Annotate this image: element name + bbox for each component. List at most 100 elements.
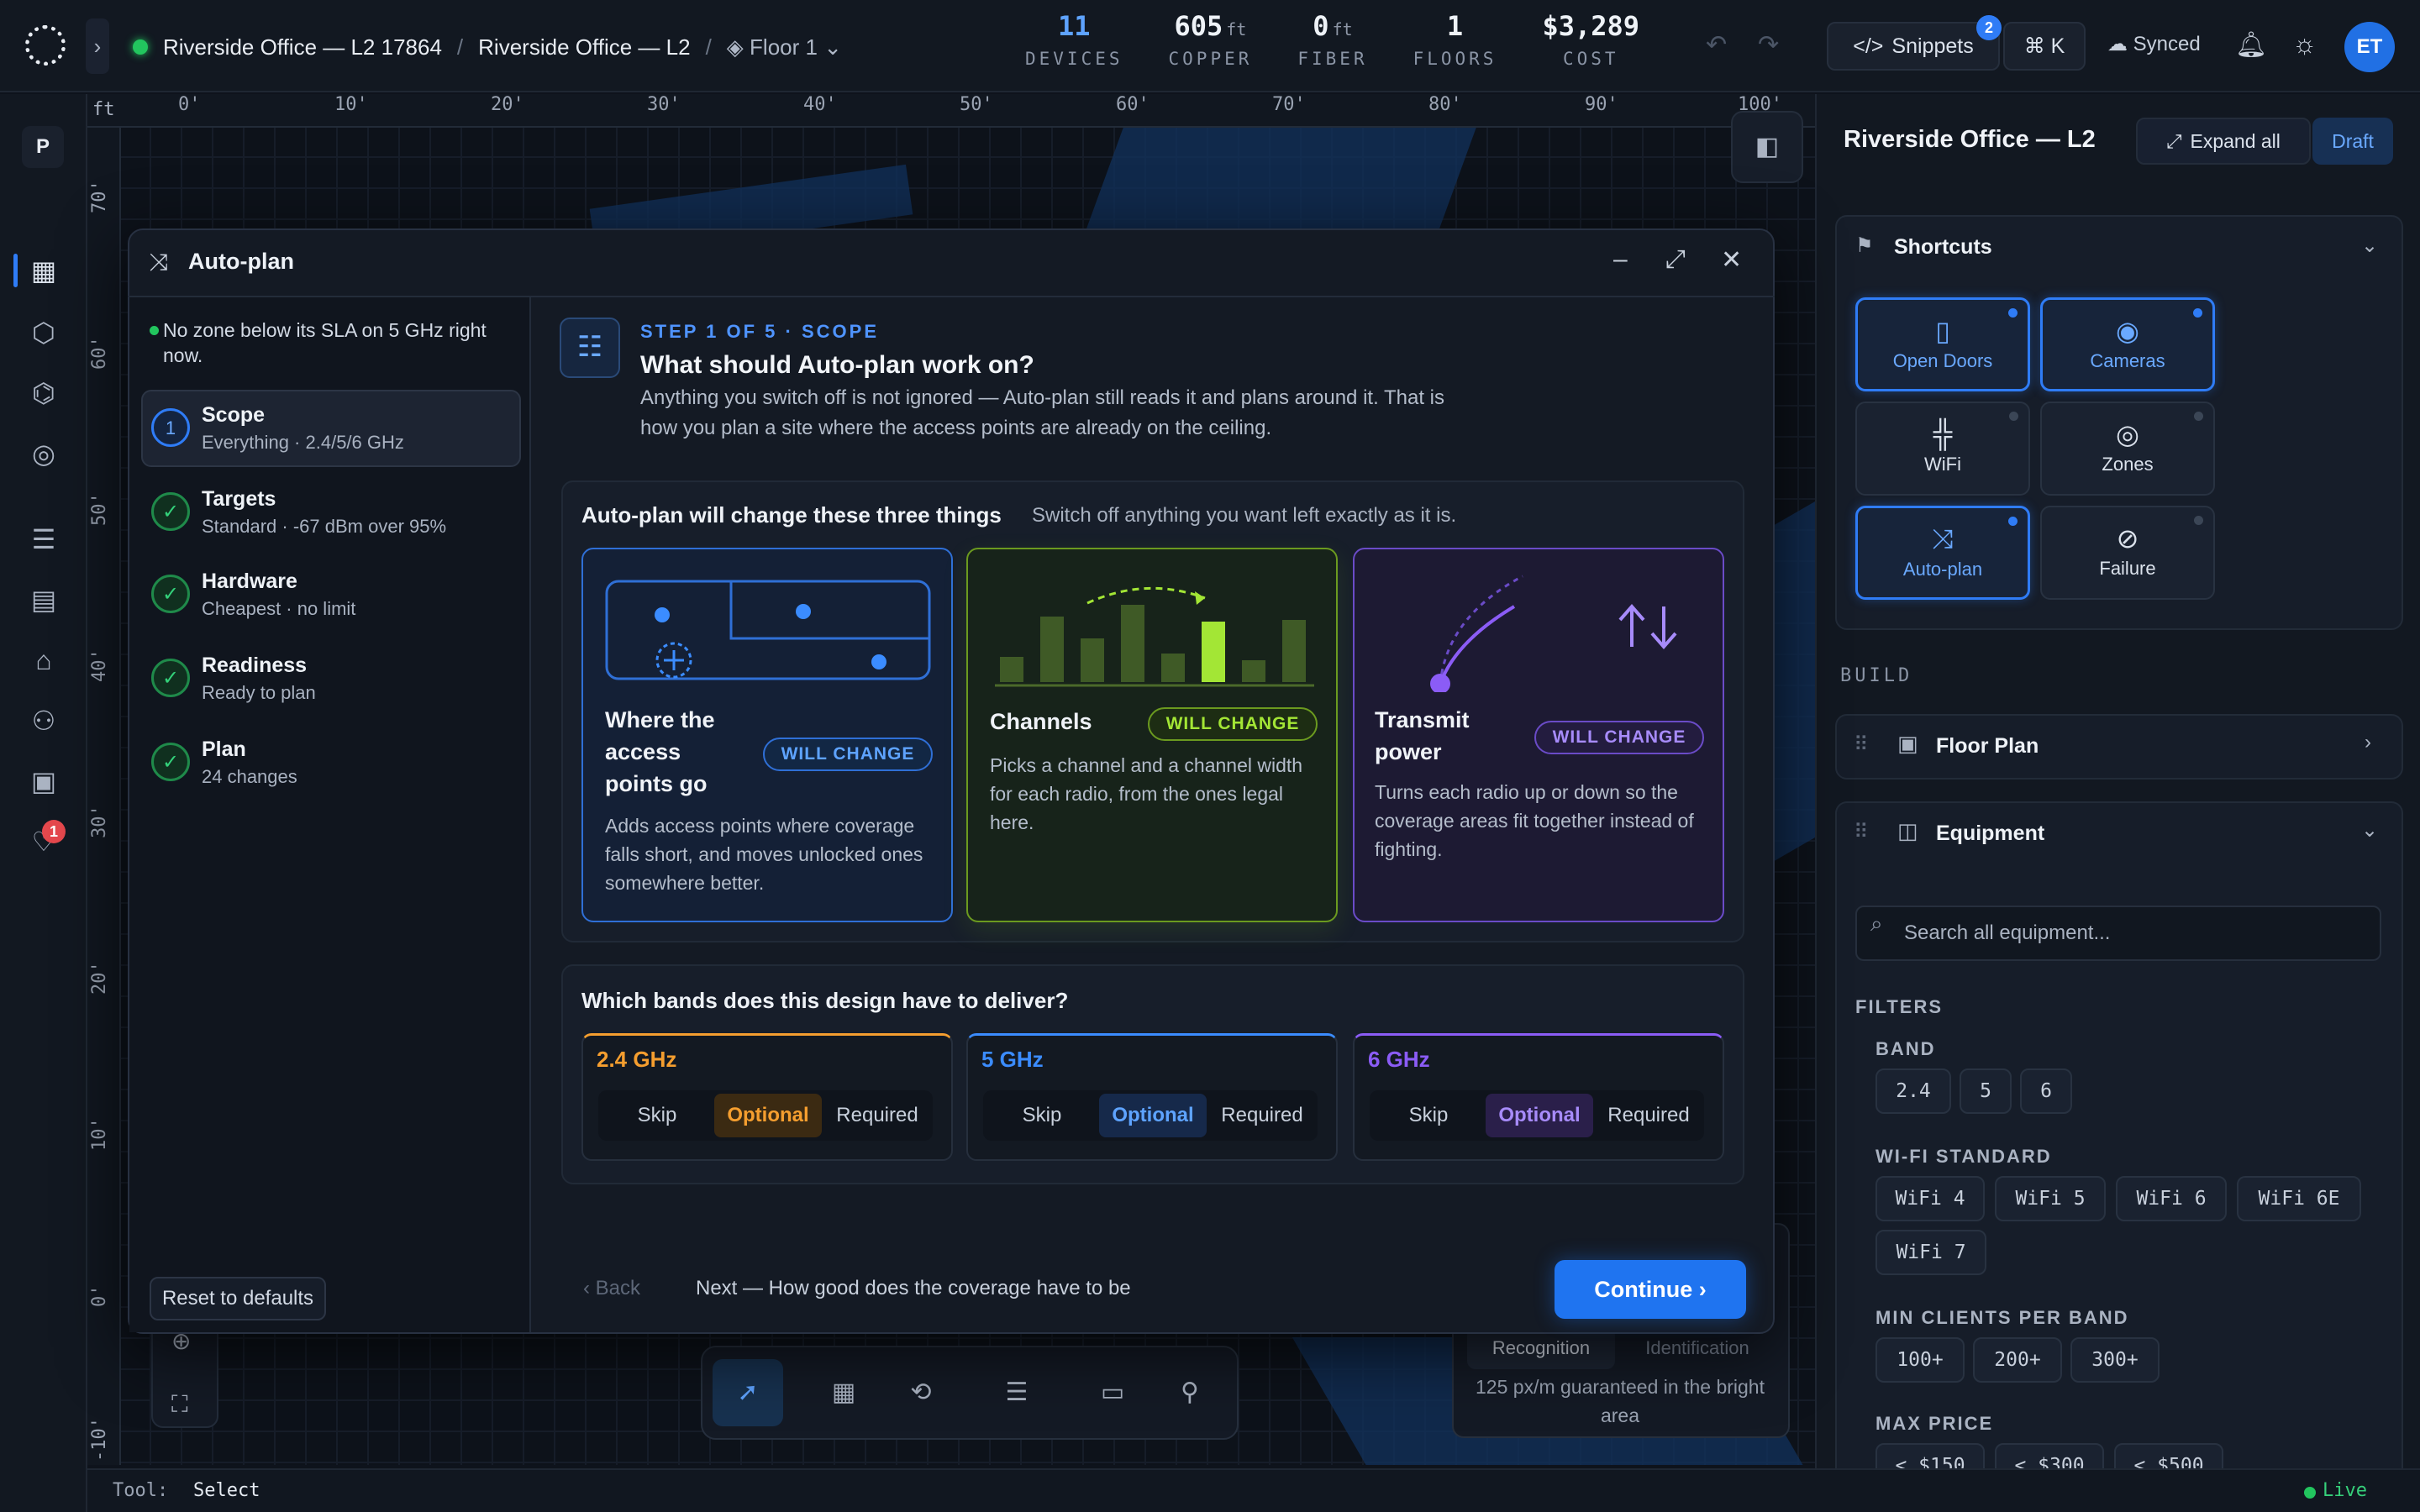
left-rail <box>0 94 87 1512</box>
floor-plan-section[interactable] <box>1835 714 2403 780</box>
project-switcher[interactable]: P <box>22 126 64 168</box>
draft-status-badge[interactable]: Draft <box>2312 118 2393 165</box>
bell-icon[interactable]: 🔔︎ <box>2235 30 2267 60</box>
breadcrumb-plan[interactable]: Riverside Office — L2 <box>478 34 690 60</box>
wizard-step-targets[interactable]: Targets <box>202 487 276 512</box>
wizard-step-scope[interactable] <box>141 390 521 467</box>
wifi-standard-chip[interactable]: WiFi 7 <box>1876 1230 1986 1275</box>
chevron-right-icon[interactable]: › <box>2365 731 2371 754</box>
breadcrumb-site[interactable]: Riverside Office — L2 17864 <box>163 34 442 60</box>
tag-icon[interactable]: ⌂ <box>25 642 62 679</box>
max-price-chip[interactable]: < $150 <box>1876 1443 1985 1468</box>
rail-active-indicator <box>13 254 18 287</box>
chevron-down-icon[interactable]: ⌄ <box>2361 818 2378 843</box>
band-option-optional[interactable]: Optional <box>1099 1094 1207 1137</box>
min-clients-chip[interactable]: 300+ <box>2070 1337 2160 1383</box>
drag-handle-icon[interactable]: ⠿ <box>1854 820 1869 844</box>
stat-fiber: 0 ft FIBER <box>1297 10 1367 69</box>
shortcut-label: Auto-plan <box>1902 559 1983 580</box>
band-chip[interactable]: 5 <box>1960 1068 2012 1114</box>
panel-toggle-icon[interactable]: ◧ <box>1731 111 1803 183</box>
live-status-dot <box>2304 1487 2316 1499</box>
shortcut-cameras[interactable]: ◉ Cameras <box>2040 297 2215 391</box>
band-option-optional[interactable]: Optional <box>714 1094 822 1137</box>
wifi-standard-chip[interactable]: WiFi 5 <box>1995 1176 2106 1221</box>
equipment-search-input[interactable] <box>1904 916 2366 951</box>
expand-all-button[interactable]: ⤢ Expand all <box>2136 118 2311 165</box>
document-icon[interactable]: ▤ <box>25 581 62 618</box>
floor-selector[interactable]: ◈ Floor 1 ⌄ <box>727 34 842 60</box>
wizard-step-hardware[interactable]: Hardware <box>202 570 297 594</box>
band-option-skip[interactable]: Skip <box>1376 1094 1481 1137</box>
build-section-label: BUILD <box>1840 665 1913 686</box>
band-option-required[interactable]: Required <box>1598 1094 1699 1137</box>
select-tool-icon[interactable]: ➚ <box>713 1359 783 1426</box>
band-option-skip[interactable]: Skip <box>605 1094 709 1137</box>
shortcut-failure[interactable]: ⊘ Failure <box>2040 506 2215 600</box>
redo-icon[interactable]: ↷ <box>1758 30 1779 60</box>
measure-tool-icon[interactable]: ▭ <box>1077 1359 1148 1426</box>
status-bar <box>87 1468 2420 1512</box>
sidebar-collapse-button[interactable]: › <box>86 18 109 74</box>
minimize-icon[interactable]: – <box>1613 245 1628 274</box>
dialog-header <box>128 228 1775 297</box>
snippets-button[interactable]: </> Snippets <box>1827 22 2000 71</box>
maximize-icon[interactable]: ⤢ <box>1665 245 1686 274</box>
equipment-title: Equipment <box>1936 822 2045 845</box>
app-logo[interactable] <box>25 25 66 66</box>
theme-toggle-icon[interactable]: ☼ <box>2292 29 2317 60</box>
max-price-chip[interactable]: < $300 <box>1995 1443 2104 1468</box>
command-palette-button[interactable]: ⌘ K <box>2003 22 2086 71</box>
align-tool-icon[interactable]: ☰ <box>981 1359 1052 1426</box>
reset-to-defaults-button[interactable]: Reset to defaults <box>150 1277 326 1320</box>
bands-title: Which bands does this design have to del… <box>581 988 1069 1013</box>
cable-tool-icon[interactable]: ⟲ <box>886 1359 956 1426</box>
chevron-down-icon[interactable]: ⌄ <box>2361 234 2378 258</box>
clipboard-icon[interactable]: ▣ <box>25 763 62 800</box>
band-option-skip[interactable]: Skip <box>990 1094 1094 1137</box>
connect-tool-icon[interactable]: ⚲ <box>1155 1359 1225 1426</box>
band-chip[interactable]: 2.4 <box>1876 1068 1951 1114</box>
undo-icon[interactable]: ↶ <box>1706 30 1727 60</box>
back-button[interactable]: ‹ Back <box>583 1277 640 1300</box>
band-option-required[interactable]: Required <box>827 1094 928 1137</box>
wifi-standard-chip[interactable]: WiFi 6E <box>2237 1176 2361 1221</box>
shortcut-open-doors[interactable]: ▯ Open Doors <box>1855 297 2030 391</box>
wizard-step-plan[interactable]: Plan <box>202 738 246 762</box>
will-change-badge: WILL CHANGE <box>1148 707 1318 741</box>
band-chip[interactable]: 6 <box>2020 1068 2072 1114</box>
step-title: What should Auto-plan work on? <box>640 351 1034 379</box>
wifi-standard-chip[interactable]: WiFi 6 <box>2116 1176 2227 1221</box>
change-card-transmit-power[interactable]: Transmit power WILL CHANGE Turns each ra… <box>1353 548 1724 922</box>
close-icon[interactable]: ✕ <box>1721 245 1742 275</box>
fit-to-screen-icon[interactable]: ⛶ <box>171 1391 188 1419</box>
wifi-standard-chip[interactable]: WiFi 4 <box>1876 1176 1985 1221</box>
sync-status[interactable]: ☁ Synced <box>2107 32 2201 56</box>
wall-tool-icon[interactable]: ▦ <box>808 1359 879 1426</box>
wizard-step-readiness[interactable]: Readiness <box>202 654 307 678</box>
band-option-required[interactable]: Required <box>1212 1094 1313 1137</box>
avatar[interactable]: ET <box>2344 22 2395 72</box>
band-option-optional[interactable]: Optional <box>1486 1094 1593 1137</box>
change-card-placement[interactable]: Where the access points go WILL CHANGE A… <box>581 548 953 922</box>
min-clients-chip[interactable]: 100+ <box>1876 1337 1965 1383</box>
code-icon: </> <box>1853 34 1884 58</box>
list-icon[interactable]: ☰ <box>25 521 62 558</box>
users-icon[interactable]: ⚇ <box>25 702 62 739</box>
card-title: Channels <box>990 709 1092 734</box>
topology-icon[interactable]: ⌬ <box>25 375 62 412</box>
continue-button[interactable]: Continue › <box>1555 1260 1746 1319</box>
max-price-chip[interactable]: < $500 <box>2114 1443 2223 1468</box>
signal-icon[interactable]: ◎ <box>25 435 62 472</box>
shortcut-auto-plan[interactable]: ⤨ Auto-plan <box>1855 506 2030 600</box>
stat-label: COPPER <box>1168 49 1253 69</box>
change-card-channels[interactable]: Channels WILL CHANGE Picks a channel and… <box>966 548 1338 922</box>
min-clients-chip[interactable]: 200+ <box>1973 1337 2062 1383</box>
grid-icon[interactable]: ▦ <box>25 252 62 289</box>
shortcut-zones[interactable]: ◎ Zones <box>2040 402 2215 496</box>
ruler-tick-label: 60' <box>89 336 110 370</box>
ruler-tick-label: 30' <box>647 94 681 115</box>
cube-icon[interactable]: ⬡ <box>25 314 62 351</box>
drag-handle-icon[interactable]: ⠿ <box>1854 732 1869 757</box>
shortcut-wifi[interactable]: ╬ WiFi <box>1855 402 2030 496</box>
